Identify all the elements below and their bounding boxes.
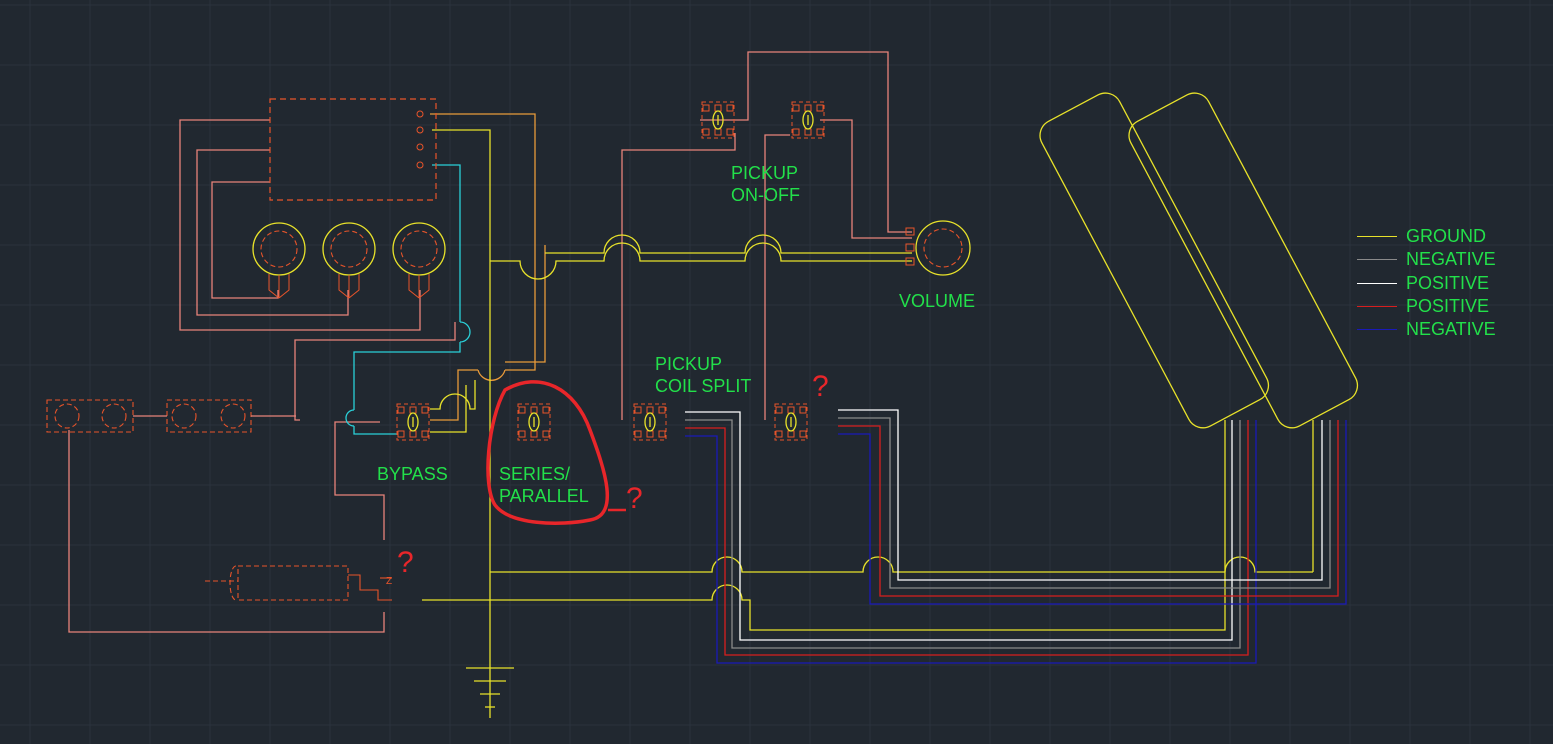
- volume-pot: [905, 220, 971, 276]
- preamp-pots: [252, 222, 446, 299]
- pickup-bundle-right: [838, 409, 1347, 605]
- potentiometer: [322, 222, 376, 299]
- output-jack: Z: [205, 565, 392, 601]
- pickup-on-off-label: PICKUP ON-OFF: [731, 163, 800, 205]
- legend-item-positive-red: POSITIVE: [1357, 295, 1547, 317]
- toggle-switch: [633, 403, 667, 441]
- question-mark-series-parallel: ?: [626, 482, 643, 515]
- volume-label: VOLUME: [899, 291, 976, 311]
- toggle-switch: [396, 403, 430, 441]
- toggle-switch: [774, 403, 808, 441]
- humbucker-pickups: [1039, 92, 1359, 429]
- pickup-coil-split-label: PICKUP COIL SPLIT: [655, 354, 752, 396]
- legend-item-label: POSITIVE: [1406, 273, 1490, 293]
- legend-item-negative-blue: NEGATIVE: [1357, 318, 1547, 340]
- potentiometer: [252, 222, 306, 299]
- legend-negative-blue-swatch: [1357, 329, 1397, 330]
- ground-wiring: [422, 129, 1314, 718]
- legend-item-negative-grey: NEGATIVE: [1357, 248, 1547, 270]
- cyan-wire-jump-2: [345, 409, 355, 427]
- orange-wiring: [430, 113, 546, 421]
- cyan-wire-jump: [459, 321, 471, 343]
- question-mark-coil-split: ?: [812, 370, 829, 403]
- series-parallel-label: SERIES/ PARALLEL: [499, 464, 589, 506]
- legend-positive-red-swatch: [1357, 306, 1397, 307]
- cyan-wire-2: [353, 342, 461, 410]
- legend-item-ground: GROUND: [1357, 225, 1547, 247]
- svg-text:Z: Z: [386, 576, 392, 587]
- module-terminals: [416, 110, 424, 169]
- wiring-diagram: Z: [0, 0, 1553, 744]
- legend-item-label: GROUND: [1406, 226, 1486, 246]
- legend-item-label: NEGATIVE: [1406, 319, 1496, 339]
- toggle-switch: [517, 403, 551, 441]
- toggle-switch: [791, 101, 825, 139]
- legend-item-positive-white: POSITIVE: [1357, 272, 1547, 294]
- legend-positive-white-swatch: [1357, 283, 1397, 284]
- bypass-label: BYPASS: [377, 464, 448, 484]
- cyan-wire-3: [353, 426, 397, 435]
- toggle-switches: [396, 101, 825, 441]
- question-mark-output-jack: ?: [397, 546, 414, 579]
- legend-item-label: NEGATIVE: [1406, 249, 1496, 269]
- legend-ground-swatch: [1357, 236, 1397, 237]
- potentiometer: [392, 222, 446, 299]
- legend-item-label: POSITIVE: [1406, 296, 1490, 316]
- legend-negative-grey-swatch: [1357, 259, 1397, 260]
